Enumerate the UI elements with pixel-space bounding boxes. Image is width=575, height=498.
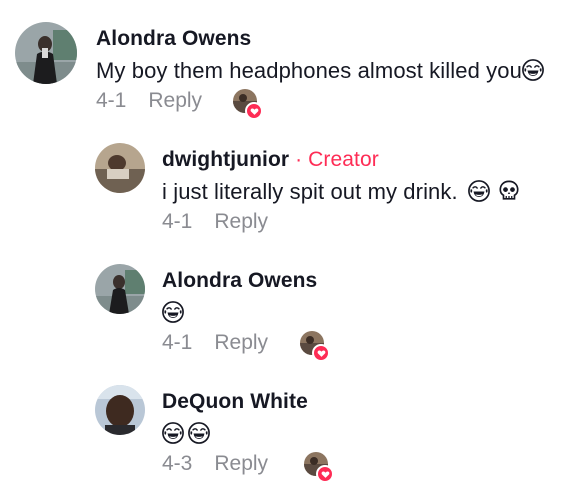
comment-author[interactable]: Alondra Owens [162,269,317,293]
comment-text [162,300,184,326]
avatar[interactable] [95,264,145,314]
skull-emoji-icon [498,180,520,202]
creator-badge: · Creator [289,148,379,171]
reply-button[interactable]: Reply [148,89,202,112]
comment-date: 4-3 [162,452,193,475]
comment-date: 4-1 [162,210,193,233]
avatar[interactable] [95,385,145,435]
heart-icon [316,465,334,483]
liked-by-creator-icon [304,452,334,483]
comment-meta: 4-1 Reply [96,89,202,113]
comment-meta: 4-1 Reply [162,331,268,355]
heart-icon [245,102,263,120]
comment-text [162,421,210,447]
reply-button[interactable]: Reply [214,210,268,233]
liked-by-creator-icon [233,89,263,120]
comment-author[interactable]: DeQuon White [162,390,308,414]
comment-date: 4-1 [96,89,127,112]
comment-date: 4-1 [162,331,193,354]
reply-button[interactable]: Reply [214,331,268,354]
comment-text-content: My boy them headphones almost killed you [96,58,522,83]
author-name[interactable]: dwightjunior [162,148,289,171]
laughing-crying-emoji-icon [522,59,544,81]
comment-author[interactable]: Alondra Owens [96,27,251,51]
laughing-crying-emoji-icon [162,422,184,444]
comment-text-content: i just literally spit out my drink. [162,179,458,204]
reply-button[interactable]: Reply [214,452,268,475]
comment-text: i just literally spit out my drink. [162,179,520,205]
laughing-crying-emoji-icon [188,422,210,444]
laughing-crying-emoji-icon [468,180,490,202]
avatar[interactable] [15,22,77,84]
liked-by-creator-icon [300,331,330,362]
comment-text: My boy them headphones almost killed you [96,58,544,84]
comment-meta: 4-1 Reply [162,210,268,234]
avatar[interactable] [95,143,145,193]
heart-icon [312,344,330,362]
comment-meta: 4-3 Reply [162,452,268,476]
laughing-crying-emoji-icon [162,301,184,323]
comment-author[interactable]: dwightjunior · Creator [162,148,379,172]
